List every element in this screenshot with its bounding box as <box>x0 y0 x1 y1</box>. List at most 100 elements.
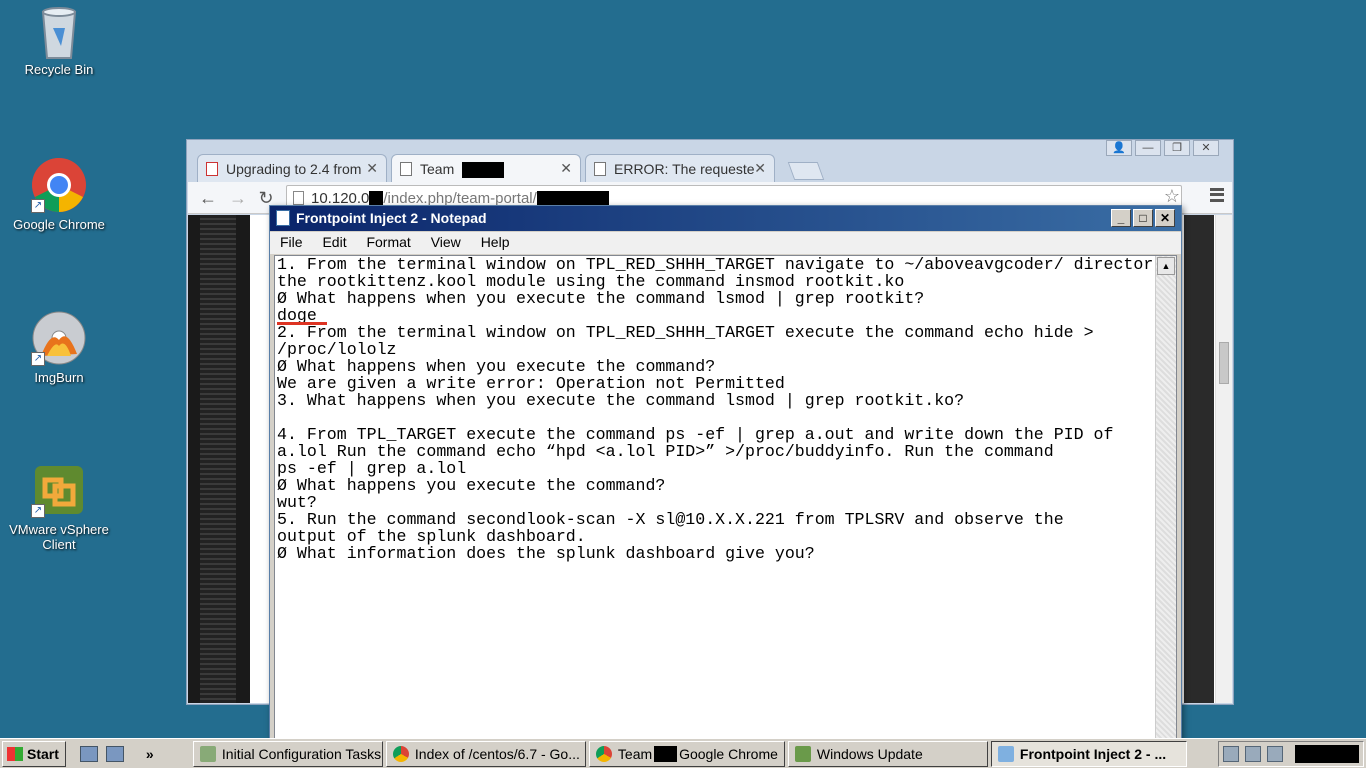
quick-launch: » <box>79 745 190 762</box>
taskbar-item-config-tasks[interactable]: Initial Configuration Tasks <box>192 740 383 767</box>
minimize-button[interactable]: — <box>1135 140 1161 156</box>
quick-launch-overflow[interactable]: » <box>146 746 154 762</box>
window-title: Frontpoint Inject 2 - Notepad <box>296 210 487 226</box>
text-line: 2. From the terminal window on TPL_RED_S… <box>277 323 1094 342</box>
redacted-block <box>462 162 505 179</box>
shortcut-arrow-icon: ↗ <box>31 504 45 518</box>
menu-help[interactable]: Help <box>481 234 510 250</box>
text-line: output of the splunk dashboard. <box>277 527 586 546</box>
text-line: wut? <box>277 493 317 512</box>
power-icon[interactable] <box>1223 745 1239 762</box>
taskbar-item-suffix: Google Chrome <box>679 745 778 762</box>
tab-close-icon[interactable]: ✕ <box>366 160 378 177</box>
text-line: 5. Run the command secondlook-scan -X sl… <box>277 510 1064 529</box>
chrome-icon: ↗ <box>31 157 87 213</box>
system-tray <box>1218 740 1364 767</box>
page-scrollbar[interactable] <box>1215 215 1232 703</box>
chrome-icon <box>595 745 612 762</box>
notepad-menu-bar: File Edit Format View Help <box>270 232 1181 254</box>
text-line: Ø What happens when you execute the comm… <box>277 289 925 308</box>
menu-view[interactable]: View <box>431 234 461 250</box>
text-line: 4. From TPL_TARGET execute the command p… <box>277 425 1114 444</box>
minimize-button[interactable]: _ <box>1111 209 1131 227</box>
imgburn-disc-icon: ↗ <box>31 310 87 366</box>
text-line: 1. From the terminal window on TPL_RED_S… <box>277 256 1154 274</box>
page-icon <box>293 191 304 205</box>
clock-redacted[interactable] <box>1295 744 1359 763</box>
taskbar-item-centos-index[interactable]: Index of /centos/6.7 - Go... <box>385 740 586 767</box>
chrome-window-controls: 👤 — ❐ ✕ <box>1103 140 1219 158</box>
scroll-up-arrow-icon[interactable]: ▲ <box>1157 257 1175 275</box>
menu-file[interactable]: File <box>280 234 303 250</box>
text-line: ps -ef | grep a.lol <box>277 459 467 478</box>
desktop-icon-imgburn[interactable]: ↗ ImgBurn <box>4 310 114 385</box>
text-line: We are given a write error: Operation no… <box>277 374 785 393</box>
notepad-window: Frontpoint Inject 2 - Notepad _ □ ✕ File… <box>269 205 1182 745</box>
config-tasks-icon <box>199 745 216 762</box>
show-desktop-icon[interactable] <box>105 745 124 762</box>
notepad-title-bar[interactable]: Frontpoint Inject 2 - Notepad _ □ ✕ <box>270 206 1181 231</box>
tab-label: ERROR: The requeste <box>614 161 755 177</box>
page-icon <box>594 162 606 176</box>
maximize-button[interactable]: □ <box>1133 209 1153 227</box>
desktop-icon-label: ImgBurn <box>34 370 84 385</box>
desktop-icon-vmware-vsphere[interactable]: ↗ VMware vSphere Client <box>4 462 114 552</box>
taskbar-item-windows-update[interactable]: Windows Update <box>787 740 988 767</box>
red-underline-mark <box>277 322 327 325</box>
tab-upgrading[interactable]: Upgrading to 2.4 from ✕ <box>197 154 387 182</box>
tab-close-icon[interactable]: ✕ <box>754 160 766 177</box>
taskbar-item-label: Team <box>617 745 653 762</box>
tab-close-icon[interactable]: ✕ <box>560 160 572 177</box>
server-manager-icon[interactable] <box>79 745 98 762</box>
notepad-text-area[interactable]: 1. From the terminal window on TPL_RED_S… <box>274 255 1177 744</box>
taskbar-item-label: Index of /centos/6.7 - Go... <box>414 745 580 762</box>
taskbar: Start » Initial Configuration Tasks Inde… <box>0 738 1366 768</box>
close-button[interactable]: ✕ <box>1193 140 1219 156</box>
desktop-icon-label: Google Chrome <box>13 217 105 232</box>
shortcut-arrow-icon: ↗ <box>31 352 45 366</box>
start-button[interactable]: Start <box>2 740 66 767</box>
menu-format[interactable]: Format <box>366 234 410 250</box>
text-line: 3. What happens when you execute the com… <box>277 391 965 410</box>
taskbar-item-team-chrome[interactable]: Team Google Chrome <box>588 740 785 767</box>
page-dark-panel <box>188 215 250 703</box>
bookmark-star-icon[interactable]: ☆ <box>1164 186 1180 207</box>
maximize-button[interactable]: ❐ <box>1164 140 1190 156</box>
tab-error[interactable]: ERROR: The requeste ✕ <box>585 154 775 182</box>
recycle-bin-icon <box>31 2 87 59</box>
forward-arrow-icon[interactable]: → <box>226 186 250 210</box>
user-profile-icon[interactable]: 👤 <box>1106 140 1132 156</box>
document-text: 1. From the terminal window on TPL_RED_S… <box>277 256 1157 743</box>
menu-edit[interactable]: Edit <box>322 234 346 250</box>
redacted-block <box>654 745 678 762</box>
scrollbar-thumb[interactable] <box>1219 342 1229 384</box>
chrome-tab-strip: Upgrading to 2.4 from ✕ Team ✕ ERROR: Th… <box>197 154 1103 182</box>
tab-label: Team <box>420 161 455 177</box>
windows-update-icon <box>794 745 811 762</box>
text-line: Ø What happens when you execute the comm… <box>277 357 716 376</box>
back-arrow-icon[interactable]: ← <box>196 186 220 210</box>
desktop-icon-recycle-bin[interactable]: Recycle Bin <box>4 2 114 77</box>
notepad-icon <box>997 745 1014 762</box>
chrome-icon <box>392 745 409 762</box>
network-icon[interactable] <box>1245 745 1261 762</box>
text-line: /proc/lololz <box>277 340 397 359</box>
chrome-menu-icon[interactable] <box>1210 188 1224 202</box>
shortcut-arrow-icon: ↗ <box>31 199 45 213</box>
close-button[interactable]: ✕ <box>1155 209 1175 227</box>
desktop-icon-google-chrome[interactable]: ↗ Google Chrome <box>4 157 114 232</box>
vertical-scrollbar[interactable]: ▲ <box>1155 256 1176 743</box>
tab-team[interactable]: Team ✕ <box>391 154 581 182</box>
text-line: Ø What information does the splunk dashb… <box>277 544 815 563</box>
volume-muted-icon[interactable] <box>1267 745 1283 762</box>
taskbar-item-notepad[interactable]: Frontpoint Inject 2 - ... <box>990 740 1187 767</box>
notepad-icon <box>276 210 290 226</box>
text-line <box>277 409 1157 426</box>
text-line: the rootkittenz.kool module using the co… <box>277 272 905 291</box>
desktop-icon-label: Recycle Bin <box>24 62 94 77</box>
page-dark-panel <box>1184 215 1214 703</box>
new-tab-button[interactable] <box>787 162 825 180</box>
tab-label: Upgrading to 2.4 from <box>226 161 362 177</box>
text-line: Ø What happens you execute the command? <box>277 476 666 495</box>
taskbar-item-label: Initial Configuration Tasks <box>221 745 382 762</box>
